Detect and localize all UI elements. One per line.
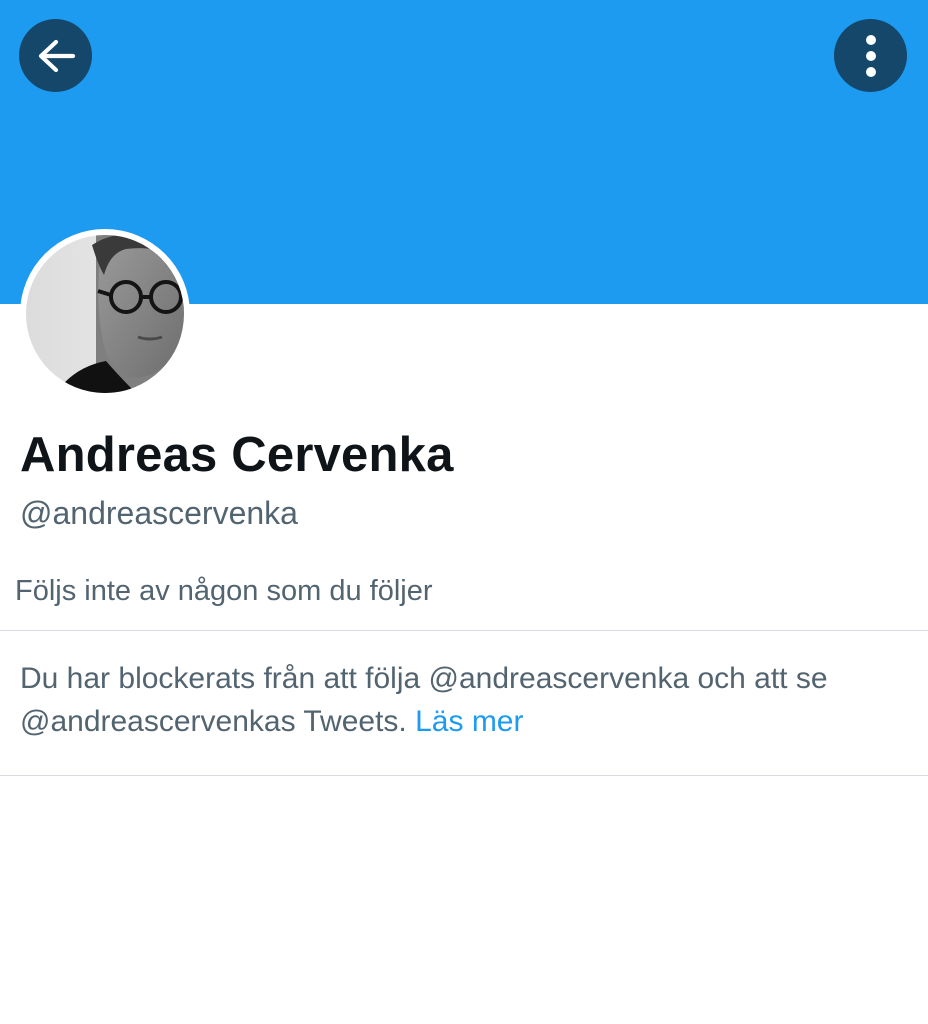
- followers-you-know-text: Följs inte av någon som du följer: [15, 575, 433, 607]
- vertical-ellipsis-icon: [865, 34, 877, 78]
- avatar[interactable]: [20, 229, 190, 399]
- profile-handle: @andreascervenka: [20, 495, 298, 531]
- blocked-notice-line2: @andreascervenkas Tweets. Läs mer: [20, 700, 915, 743]
- more-options-button[interactable]: [834, 19, 907, 92]
- divider: [0, 630, 928, 631]
- back-button[interactable]: [19, 19, 92, 92]
- blocked-notice-line2-text: @andreascervenkas Tweets.: [20, 705, 416, 738]
- learn-more-link[interactable]: Läs mer: [415, 705, 523, 738]
- blocked-notice-line1: Du har blockerats från att följa @andrea…: [20, 662, 828, 695]
- divider: [0, 775, 928, 776]
- profile-photo: [26, 235, 184, 393]
- display-name: Andreas Cervenka: [20, 428, 454, 482]
- arrow-left-icon: [36, 39, 76, 73]
- blocked-notice: Du har blockerats från att följa @andrea…: [20, 657, 915, 743]
